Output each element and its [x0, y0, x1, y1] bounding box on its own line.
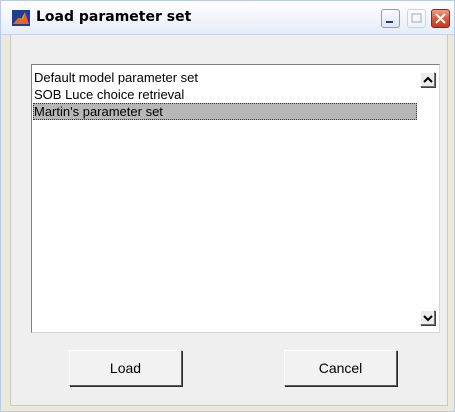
minimize-button[interactable]: [381, 9, 400, 28]
load-button[interactable]: Load: [69, 350, 182, 386]
close-button[interactable]: [431, 9, 450, 28]
list-item[interactable]: Default model parameter set: [33, 69, 417, 86]
window-title: Load parameter set: [36, 9, 192, 25]
list-item-selected[interactable]: Martin's parameter set: [33, 103, 417, 120]
matlab-app-icon: [12, 10, 30, 26]
list-items: Default model parameter set SOB Luce cho…: [33, 69, 417, 120]
parameter-set-listbox[interactable]: Default model parameter set SOB Luce cho…: [31, 64, 440, 333]
scroll-up-button[interactable]: [420, 72, 435, 87]
dialog-window: Load parameter set Default model paramet…: [0, 0, 455, 412]
maximize-button[interactable]: [407, 9, 426, 28]
list-item[interactable]: SOB Luce choice retrieval: [33, 86, 417, 103]
vertical-scrollbar[interactable]: [417, 65, 439, 332]
scroll-down-button[interactable]: [420, 310, 435, 325]
title-bar[interactable]: Load parameter set: [1, 1, 454, 35]
cancel-button[interactable]: Cancel: [284, 350, 397, 386]
